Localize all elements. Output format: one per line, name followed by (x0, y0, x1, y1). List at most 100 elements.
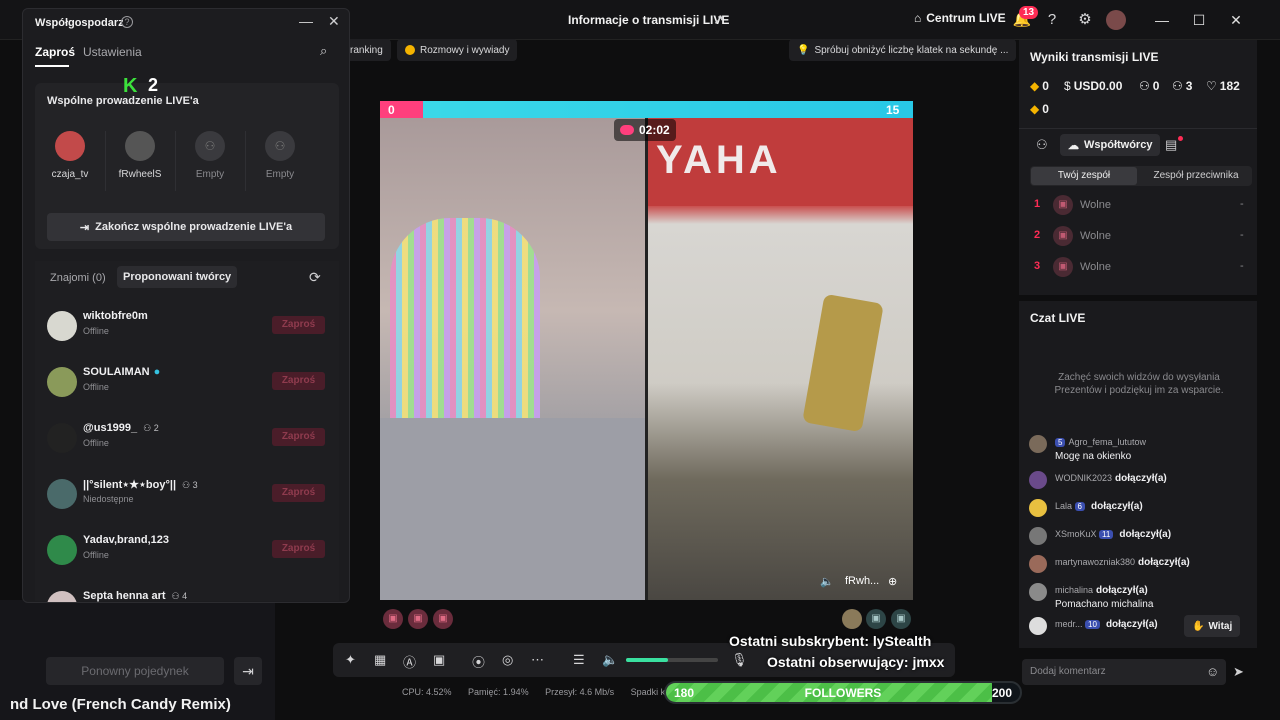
coins-stat: ◆ 0 (1030, 102, 1049, 116)
volume-slider[interactable] (626, 658, 718, 662)
rematch-button[interactable]: Ponowny pojedynek (46, 657, 224, 685)
volume-icon[interactable]: 🔈 (602, 652, 618, 668)
creator-name: @us1999_ ⚇ 2 (83, 422, 159, 434)
chip-talk[interactable]: Rozmowy i wywiady (397, 39, 518, 61)
minimize-icon[interactable]: — (299, 13, 313, 29)
chat-username: Agro_fema_lututow (1068, 437, 1146, 447)
cohost-slot[interactable]: fRwheelS (105, 131, 175, 180)
help-icon[interactable]: ? (121, 16, 133, 28)
sliders-icon[interactable]: ☰ (573, 652, 585, 668)
end-cohost-button[interactable]: ⇥ Zakończ wspólne prowadzenie LIVE'a (47, 213, 325, 241)
chat-message: Lala 6 dołączył(a) (1029, 497, 1254, 519)
avatar (1029, 617, 1047, 635)
search-icon[interactable]: ⌕ (320, 43, 327, 59)
rank-label: Wolne (1080, 261, 1111, 273)
chat-message: XSmoKuX 11 dołączył(a) (1029, 525, 1254, 547)
exit-icon[interactable]: ⇥ (234, 657, 262, 685)
live-center-button[interactable]: ⌂ Centrum LIVE (914, 11, 1006, 25)
collaborators-button[interactable]: ☁ Współtwórcy (1060, 134, 1161, 156)
scene-icon[interactable]: ▣ (433, 652, 445, 668)
joined-text: dołączył(a) (1138, 557, 1190, 568)
ai-icon[interactable]: Ⓐ (403, 652, 416, 671)
friends-badge: ⚇ 2 (143, 423, 159, 433)
layout-icon[interactable]: ▦ (374, 652, 386, 668)
person-add-icon[interactable]: ⚇ (1036, 137, 1048, 153)
live-center-label: Centrum LIVE (926, 11, 1006, 25)
tab-suggested[interactable]: Proponowani twórcy (117, 266, 238, 288)
invite-button[interactable]: Zaproś (272, 540, 325, 558)
stream-info-title[interactable]: Informacje o transmisji LIVE (568, 13, 729, 27)
gifter-slot-icon: ▣ (433, 609, 453, 629)
avatar (55, 131, 85, 161)
send-icon[interactable]: ➤ (1233, 664, 1244, 680)
close-icon[interactable]: ✕ (328, 13, 340, 30)
tab-invite[interactable]: Zaproś (35, 45, 75, 59)
joined-text: dołączył(a) (1105, 619, 1158, 630)
score-left: 0 (388, 103, 395, 117)
cohost-slot[interactable]: czaja_tv (35, 131, 105, 180)
tab-your-team[interactable]: Twój zespół (1031, 167, 1137, 185)
chip-tip[interactable]: 💡 Spróbuj obniżyć liczbę klatek na sekun… (789, 39, 1017, 61)
refresh-icon[interactable]: ⟳ (309, 269, 321, 286)
chat-username: martynawozniak380 (1055, 557, 1136, 567)
chat-text: Pomachano michalina (1055, 599, 1154, 610)
gear-icon[interactable]: ⚙ (1075, 10, 1095, 30)
seat-icon: ▣ (1053, 226, 1073, 246)
chat-user: WODNIK2023 dołączył(a) (1055, 473, 1167, 484)
target-icon[interactable]: ◎ (502, 652, 513, 668)
cohost-slot-empty[interactable]: ⚇ Empty (245, 131, 315, 180)
emoji-icon[interactable]: ☺ (1206, 664, 1219, 679)
avatar[interactable] (1106, 10, 1126, 30)
microphone-icon[interactable]: 🎙 (731, 652, 748, 668)
joined-text: dołączył(a) (1090, 501, 1143, 512)
maximize-icon[interactable]: ☐ (1189, 10, 1209, 30)
minimize-icon[interactable]: — (1152, 10, 1172, 30)
record-icon[interactable]: ⦿ (472, 652, 485, 671)
chat-user: martynawozniak380 dołączył(a) (1055, 557, 1190, 568)
wave-button[interactable]: ✋ Witaj (1184, 615, 1241, 637)
more-icon[interactable]: ⋯ (531, 652, 544, 668)
add-icon[interactable]: ⊕ (888, 575, 897, 588)
close-icon[interactable]: ✕ (1226, 10, 1246, 30)
people-icon: ⚇ (1139, 79, 1150, 93)
list-icon[interactable]: ▤ (1165, 137, 1177, 153)
likes-stat: ♡ 182 (1206, 79, 1240, 93)
wave-hand-icon: ✋ (1192, 620, 1205, 632)
slot-name: Empty (265, 169, 295, 180)
results-title: Wyniki transmisji LIVE (1030, 50, 1159, 64)
goal-label: FOLLOWERS (804, 686, 882, 700)
chip-label: Spróbuj obniżyć liczbę klatek na sekundę… (814, 44, 1009, 56)
invite-button[interactable]: Zaproś (272, 372, 325, 390)
cohost-slot-empty[interactable]: ⚇ Empty (175, 131, 245, 180)
invite-button[interactable]: Zaproś (272, 316, 325, 334)
level-badge: 5 (1055, 438, 1066, 447)
rank-number: 2 (1034, 229, 1041, 241)
comment-input[interactable]: Dodaj komentarz (1022, 659, 1226, 685)
chat-username: XSmoKuX (1055, 529, 1097, 539)
home-icon: ⌂ (914, 11, 922, 25)
avatar (1029, 583, 1047, 601)
collaborators-label: Współtwórcy (1084, 139, 1153, 151)
rank-value: - (1240, 229, 1244, 241)
question-icon[interactable]: ? (1042, 10, 1062, 30)
tab-opponent-team[interactable]: Zespół przeciwnika (1142, 167, 1250, 185)
volume-icon[interactable]: 🔈 (820, 575, 834, 588)
invite-button[interactable]: Zaproś (272, 484, 325, 502)
chat-text: Mogę na okienko (1055, 451, 1132, 462)
verified-icon: ● (153, 366, 161, 378)
invite-button[interactable]: Zaproś (272, 428, 325, 446)
tab-friends[interactable]: Znajomi (0) (50, 272, 106, 284)
friends-badge: ⚇ 3 (182, 480, 198, 490)
creator-name: Yadav,brand,123 (83, 534, 170, 546)
chat-message: michalina dołączył(a) Pomachano michalina (1029, 581, 1254, 611)
magic-wand-icon[interactable]: ✦ (345, 652, 356, 668)
creator-status: Offline (83, 550, 109, 560)
chat-username: Lala (1055, 501, 1073, 511)
seat-icon: ▣ (1053, 195, 1073, 215)
creator-name-text: SOULAIMAN (83, 366, 150, 378)
right-camera: YAHA (648, 118, 913, 600)
tab-settings[interactable]: Ustawienia (83, 45, 142, 59)
notification-badge: 13 (1019, 6, 1039, 19)
list-item: SOULAIMAN ● Offline Zaproś (47, 363, 327, 403)
share-icon[interactable]: ↗ (713, 12, 724, 28)
